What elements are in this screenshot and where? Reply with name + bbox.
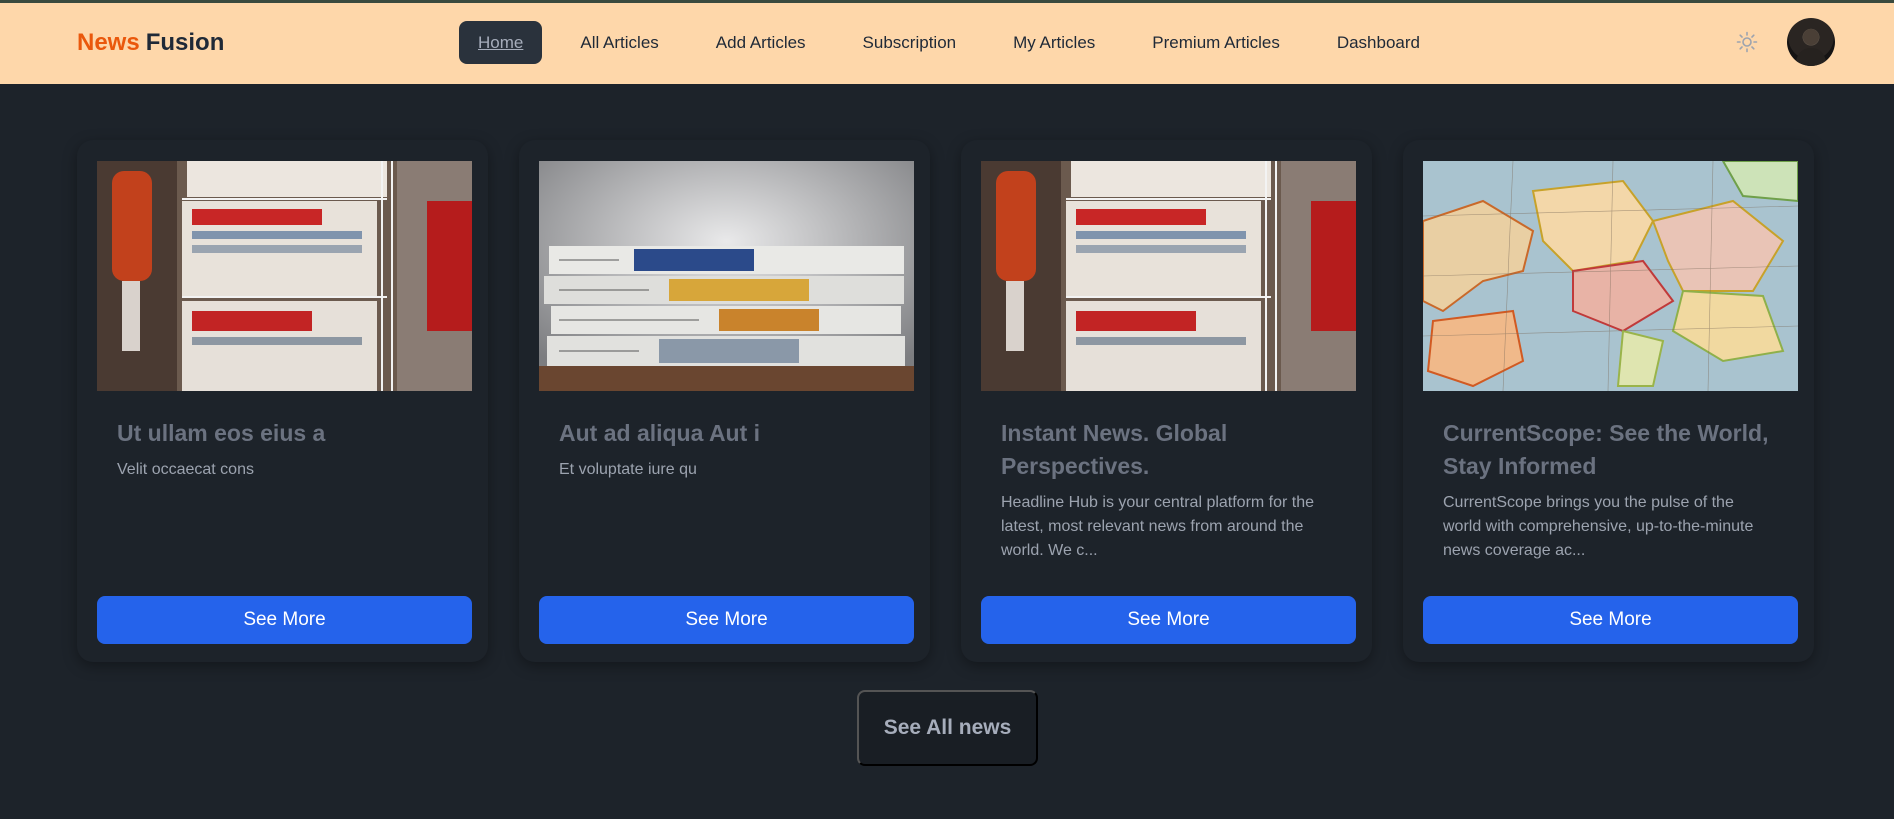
see-more-button[interactable]: See More — [539, 596, 914, 644]
newspaper-rack-image — [97, 161, 472, 391]
news-card: CurrentScope: See the World, Stay Inform… — [1403, 140, 1814, 662]
see-more-button[interactable]: See More — [981, 596, 1356, 644]
navbar: News Fusion Home All Articles Add Article… — [0, 3, 1894, 84]
see-all-news-button[interactable]: See All news — [857, 690, 1038, 766]
brand-logo[interactable]: News Fusion — [77, 29, 224, 57]
see-more-button[interactable]: See More — [1423, 596, 1798, 644]
user-avatar[interactable] — [1787, 18, 1835, 66]
nav-item-premium-articles[interactable]: Premium Articles — [1133, 21, 1299, 64]
card-description: CurrentScope brings you the pulse of the… — [1443, 494, 1754, 559]
newspaper-stack-image — [539, 161, 914, 391]
sun-icon[interactable] — [1736, 31, 1758, 53]
brand-part-fusion: Fusion — [145, 29, 225, 56]
nav-item-all-articles[interactable]: All Articles — [561, 21, 677, 64]
see-more-button[interactable]: See More — [97, 596, 472, 644]
nav-item-home[interactable]: Home — [459, 21, 543, 64]
nav-item-subscription[interactable]: Subscription — [844, 21, 976, 64]
nav-links: Home All Articles Add Articles Subscript… — [459, 21, 1458, 64]
card-title: Instant News. Global Perspectives. — [1001, 420, 1228, 479]
card-description: Velit occaecat cons — [117, 461, 254, 478]
news-card: Ut ullam eos eius a Velit occaecat cons … — [77, 140, 488, 662]
nav-item-my-articles[interactable]: My Articles — [994, 21, 1114, 64]
nav-item-dashboard[interactable]: Dashboard — [1318, 21, 1439, 64]
news-card: Aut ad aliqua Aut i Et voluptate iure qu… — [519, 140, 930, 662]
nav-item-add-articles[interactable]: Add Articles — [697, 21, 825, 64]
news-card: Instant News. Global Perspectives. Headl… — [961, 140, 1372, 662]
europe-map-image — [1423, 161, 1798, 391]
brand-part-news: News — [77, 29, 140, 56]
card-title: Aut ad aliqua Aut i — [559, 420, 761, 446]
card-title: CurrentScope: See the World, Stay Inform… — [1443, 420, 1769, 479]
news-cards: Ut ullam eos eius a Velit occaecat cons … — [77, 140, 1845, 662]
avatar-image — [1795, 29, 1827, 66]
card-description: Headline Hub is your central platform fo… — [1001, 494, 1315, 559]
card-description: Et voluptate iure qu — [559, 461, 697, 478]
card-title: Ut ullam eos eius a — [117, 420, 326, 446]
newspaper-rack-image — [981, 161, 1356, 391]
